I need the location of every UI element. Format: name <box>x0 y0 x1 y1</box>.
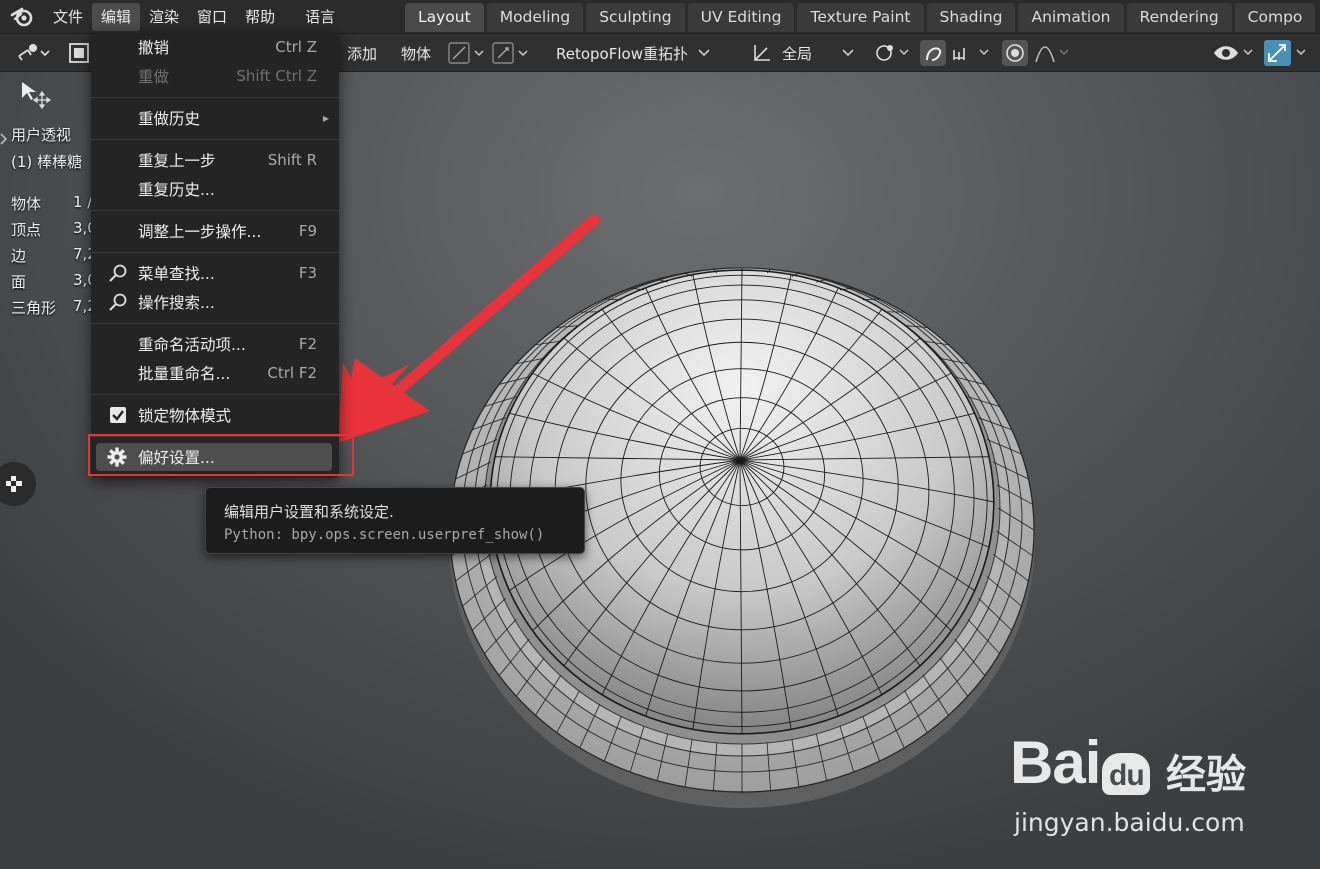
retopoflow-label: RetopoFlow重拓扑 <box>556 44 688 63</box>
chevron-down-icon <box>842 49 854 57</box>
stat-label-objects: 物体 <box>11 195 42 213</box>
baidu-watermark: Bai du 经验 jingyan.baidu.com <box>1010 728 1246 837</box>
repeat-last-label: 重复上一步 <box>138 152 216 170</box>
menu-item-operator-search[interactable]: 操作搜索... <box>91 288 339 316</box>
eye-icon <box>1214 46 1253 60</box>
tooltip-python: Python: bpy.ops.screen.userpref_show() <box>224 527 545 543</box>
tab-shading[interactable]: Shading <box>926 3 1016 32</box>
watermark-brand: Bai du <box>1010 729 1151 796</box>
menu-render[interactable]: 渲染 <box>140 3 188 31</box>
tooltip-description: 编辑用户设置和系统设定. <box>224 503 394 521</box>
preferences-tooltip: 编辑用户设置和系统设定. Python: bpy.ops.screen.user… <box>205 487 585 554</box>
submenu-arrow-icon: ▸ <box>322 111 329 125</box>
undo-label: 撤销 <box>138 39 170 57</box>
menu-divider <box>91 323 339 324</box>
batch-rename-shortcut: Ctrl F2 <box>267 364 317 382</box>
repeat-last-shortcut: Shift R <box>267 151 317 169</box>
blender-logo-icon[interactable] <box>0 0 44 34</box>
menu-search-label: 菜单查找... <box>138 265 215 283</box>
menu-item-batch-rename[interactable]: 批量重命名... Ctrl F2 <box>91 359 339 387</box>
tab-rendering[interactable]: Rendering <box>1126 3 1232 32</box>
menu-item-undo[interactable]: 撤销 Ctrl Z <box>91 33 339 61</box>
checker-grid-icon <box>6 476 22 492</box>
checkbox-checked-icon[interactable] <box>108 405 128 425</box>
tab-uv-editing[interactable]: UV Editing <box>687 3 795 32</box>
menu-divider <box>91 394 339 395</box>
search-icon <box>109 264 127 282</box>
transform-orientation-dropdown[interactable]: 全局 <box>750 34 856 72</box>
stat-label-vertices: 顶点 <box>11 221 42 239</box>
adjust-last-label: 调整上一步操作... <box>138 223 262 241</box>
camera-view-toggle[interactable] <box>0 462 36 506</box>
top-menu-bar: 文件 编辑 渲染 窗口 帮助 语言 Layout Modeling Sculpt… <box>0 0 1320 34</box>
tab-sculpting[interactable]: Sculpting <box>586 3 685 32</box>
stat-label-triangles: 三角形 <box>11 299 57 317</box>
pivot-snap-proportional-group[interactable] <box>872 34 1082 72</box>
mode-selector[interactable] <box>16 34 50 72</box>
menu-divider <box>91 139 339 140</box>
stat-label-edges: 边 <box>11 247 27 265</box>
menu-item-undo-history[interactable]: 重做历史 ▸ <box>91 104 339 132</box>
menu-item-redo[interactable]: 重做 Shift Ctrl Z <box>91 62 339 90</box>
edit-menu-dropdown: 撤销 Ctrl Z 重做 Shift Ctrl Z 重做历史 ▸ 重复上一步 S… <box>91 32 339 478</box>
menu-search-shortcut: F3 <box>298 264 317 282</box>
menu-window[interactable]: 窗口 <box>188 3 236 31</box>
tab-layout[interactable]: Layout <box>405 3 484 32</box>
undo-shortcut: Ctrl Z <box>275 38 317 56</box>
workspace-tabs: Layout Modeling Sculpting UV Editing Tex… <box>405 3 1316 32</box>
sidebar-expand-chevron-icon[interactable] <box>0 128 8 150</box>
rename-active-shortcut: F2 <box>298 335 317 353</box>
menu-divider <box>91 97 339 98</box>
view-toggle-button[interactable] <box>68 34 90 72</box>
menu-item-repeat-last[interactable]: 重复上一步 Shift R <box>91 146 339 174</box>
menu-divider <box>91 210 339 211</box>
header-object-menu[interactable]: 物体 <box>401 34 431 72</box>
frame-icon <box>69 43 89 63</box>
gizmo-toggle[interactable] <box>1263 34 1311 72</box>
menu-file[interactable]: 文件 <box>44 3 92 31</box>
tab-texture-paint[interactable]: Texture Paint <box>797 3 924 32</box>
watermark-url: jingyan.baidu.com <box>1014 808 1245 837</box>
tab-compositing[interactable]: Compo <box>1234 3 1316 32</box>
watermark-chinese: 经验 <box>1166 752 1246 798</box>
repeat-history-label: 重复历史... <box>138 181 215 199</box>
visibility-dropdown[interactable] <box>1212 34 1256 72</box>
view-name-label: 用户透视 <box>11 126 72 144</box>
rename-active-label: 重命名活动项... <box>138 336 246 354</box>
adjust-last-shortcut: F9 <box>298 222 317 240</box>
lock-object-modes-label: 锁定物体模式 <box>138 407 232 425</box>
menu-help[interactable]: 帮助 <box>236 3 284 31</box>
menu-edit[interactable]: 编辑 <box>92 2 141 31</box>
object-mode-icon <box>18 44 50 61</box>
menu-item-menu-search[interactable]: 菜单查找... F3 <box>91 259 339 287</box>
highlight-annotation-box <box>88 434 354 476</box>
tab-modeling[interactable]: Modeling <box>486 3 584 32</box>
menu-item-lock-object-modes[interactable]: 锁定物体模式 <box>91 401 339 429</box>
batch-rename-label: 批量重命名... <box>138 365 231 383</box>
retopoflow-menu[interactable]: RetopoFlow重拓扑 <box>556 34 712 72</box>
menu-item-rename-active[interactable]: 重命名活动项... F2 <box>91 330 339 358</box>
header-add-menu[interactable]: 添加 <box>347 34 377 72</box>
menu-item-repeat-history[interactable]: 重复历史... <box>91 175 339 203</box>
move-tool-icon[interactable] <box>18 80 52 114</box>
active-object-label: (1) 棒棒糖 <box>11 153 83 171</box>
menu-item-adjust-last[interactable]: 调整上一步操作... F9 <box>91 217 339 245</box>
operator-search-label: 操作搜索... <box>138 294 215 312</box>
transform-axes-icon <box>754 45 770 61</box>
undo-history-label: 重做历史 <box>138 110 201 128</box>
transform-orientation-label: 全局 <box>782 44 813 63</box>
snap-dropdown[interactable] <box>447 34 537 72</box>
search-icon <box>109 293 127 311</box>
stat-label-faces: 面 <box>11 273 27 291</box>
menu-divider <box>91 252 339 253</box>
redo-label: 重做 <box>138 68 170 86</box>
menu-language[interactable]: 语言 <box>296 3 344 31</box>
chevron-down-icon <box>698 49 710 57</box>
redo-shortcut: Shift Ctrl Z <box>236 67 317 85</box>
tab-animation[interactable]: Animation <box>1018 3 1124 32</box>
